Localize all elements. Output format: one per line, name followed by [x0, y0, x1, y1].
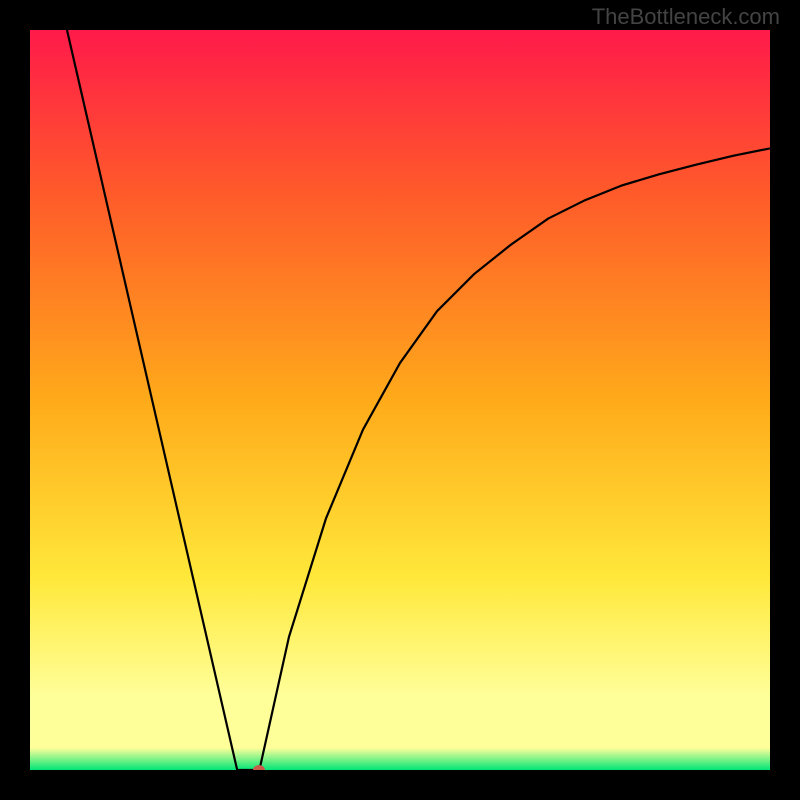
chart-container: [30, 30, 770, 770]
minimum-marker: [253, 765, 265, 770]
watermark-text: TheBottleneck.com: [592, 4, 780, 30]
curve-plot: [30, 30, 770, 770]
